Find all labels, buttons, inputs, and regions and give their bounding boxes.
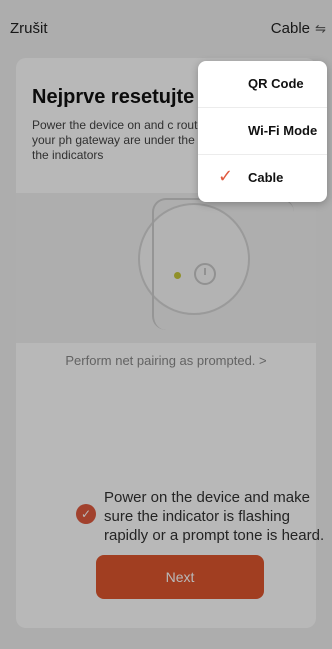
menu-item-label: Cable [248, 170, 284, 185]
pairing-mode-menu: QR Code Wi-Fi Mode ✓ Cable [198, 61, 327, 202]
checkmark-icon: ✓ [218, 166, 234, 186]
menu-item-label: Wi-Fi Mode [248, 123, 318, 138]
menu-item-qr-code[interactable]: QR Code [198, 61, 327, 108]
menu-item-wifi-mode[interactable]: Wi-Fi Mode [198, 108, 327, 155]
menu-item-cable[interactable]: ✓ Cable [198, 155, 327, 202]
menu-item-label: QR Code [248, 76, 304, 91]
